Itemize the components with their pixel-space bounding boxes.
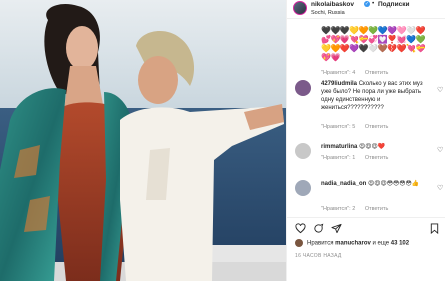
caption-meta: "Нравится": 4 Ответить — [321, 70, 388, 76]
post-location[interactable]: Sochi, Russia — [311, 10, 345, 16]
comment-reply-button[interactable]: Ответить — [365, 155, 389, 161]
comment-likes[interactable]: "Нравится": 2 — [321, 206, 355, 212]
comment-body: 😍😍😍❤️ — [359, 144, 386, 150]
post-photo[interactable] — [0, 0, 286, 281]
comment-username[interactable]: rimmaturlina — [321, 144, 357, 150]
action-bar — [287, 217, 445, 235]
comment-text: nadia_nadia_on 😍😍😍😳😳😳😳👍 — [321, 180, 423, 188]
comment-username[interactable]: 4279liudmila — [321, 81, 357, 87]
comment-avatar[interactable] — [295, 143, 311, 159]
follow-button[interactable]: Подписки — [378, 1, 409, 8]
comment-meta: "Нравится": 1 Ответить — [321, 155, 388, 161]
likes-prefix: Нравится — [307, 240, 334, 247]
likes-summary: Нравится manucharov и еще 43 102 — [295, 239, 445, 249]
verified-badge-icon: ✓ — [364, 1, 370, 7]
post-header: nikolaibaskov ✓ • Подписки Sochi, Russia — [287, 0, 445, 19]
header-separator: • — [372, 0, 375, 7]
caption-emojis: 🖤🖤🖤💛🧡💚💙💜🩷🤍❤️💕💖💗💘💝💞💟❣️💓💙💚💛🧡❤️💜🖤🤍🤎💔❤️💘💝💖💗 — [321, 26, 426, 62]
post-timestamp: 16 ЧАСОВ НАЗАД — [295, 253, 342, 259]
likes-middle: и еще — [372, 240, 390, 247]
author-username[interactable]: nikolaibaskov — [311, 1, 354, 8]
comment-item: rimmaturlina 😍😍😍❤️ "Нравится": 1 Ответит… — [295, 143, 435, 169]
liker-username[interactable]: manucharov — [335, 241, 371, 247]
author-avatar[interactable] — [293, 1, 307, 15]
comment-item: 4279liudmila Сколько у вас этих муз уже … — [295, 80, 435, 130]
comment-reply-button[interactable]: Ответить — [365, 206, 389, 212]
comment-meta: "Нравится": 2 Ответить — [321, 206, 388, 212]
comment-avatar[interactable] — [295, 180, 311, 196]
liker-avatar[interactable] — [295, 239, 303, 247]
comment-body: 😍😍😍😳😳😳😳👍 — [368, 181, 420, 187]
woman-face — [66, 26, 98, 70]
caption-likes[interactable]: "Нравится": 4 — [321, 70, 355, 76]
comment-text: 4279liudmila Сколько у вас этих муз уже … — [321, 80, 423, 112]
comment-item: nadia_nadia_on 😍😍😍😳😳😳😳👍 "Нравится": 2 От… — [295, 180, 435, 214]
comment-username[interactable]: nadia_nadia_on — [321, 181, 366, 187]
comment-like-heart-icon[interactable]: ♡ — [437, 146, 443, 154]
comment-likes[interactable]: "Нравится": 1 — [321, 155, 355, 161]
man-face — [138, 56, 178, 104]
heart-icon[interactable] — [295, 223, 306, 234]
comment-avatar[interactable] — [295, 80, 311, 96]
shirt-fold — [146, 148, 170, 200]
comment-reply-button[interactable]: Ответить — [365, 124, 389, 130]
comment-meta: "Нравится": 5 Ответить — [321, 124, 388, 130]
comment-text: rimmaturlina 😍😍😍❤️ — [321, 143, 423, 151]
comment-like-heart-icon[interactable]: ♡ — [437, 86, 443, 94]
caption-reply-button[interactable]: Ответить — [365, 70, 389, 76]
comment-like-heart-icon[interactable]: ♡ — [437, 184, 443, 192]
comment-likes[interactable]: "Нравится": 5 — [321, 124, 355, 130]
bookmark-icon[interactable] — [429, 223, 440, 234]
likes-count[interactable]: 43 102 — [391, 241, 409, 247]
post-side-panel: nikolaibaskov ✓ • Подписки Sochi, Russia… — [286, 0, 445, 281]
comment-icon[interactable] — [313, 223, 324, 234]
share-icon[interactable] — [331, 223, 342, 234]
